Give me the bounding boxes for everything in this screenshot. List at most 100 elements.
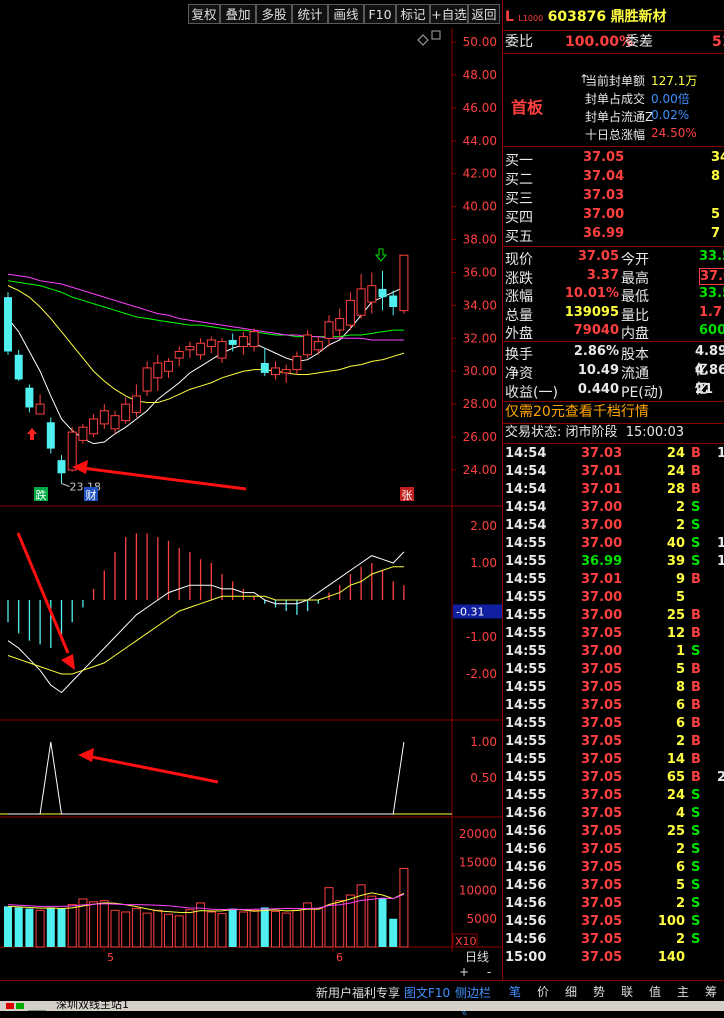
candle-body bbox=[399, 254, 409, 312]
tab-7[interactable]: 筹 bbox=[698, 983, 724, 1001]
volume-bar bbox=[25, 908, 34, 947]
tab-1[interactable]: 价 bbox=[530, 983, 556, 1001]
quote-value: 33.5 bbox=[699, 249, 724, 264]
volume-bar bbox=[335, 900, 345, 948]
stock-name: 鼎胜新材 bbox=[610, 9, 667, 25]
tick-time: 14:56 bbox=[505, 860, 547, 875]
macd-current-value: -0.31 bbox=[456, 605, 484, 618]
tick-price: 37.05 bbox=[581, 950, 623, 965]
candle-body bbox=[292, 355, 302, 371]
tick-row: 14:54 37.01 24 B bbox=[503, 463, 724, 481]
detail-tabs: 笔价细势联值主筹 bbox=[502, 980, 724, 1001]
tick-volume: 39 bbox=[666, 554, 685, 569]
toolbar-button-8[interactable]: 返回 bbox=[468, 4, 500, 24]
link-f10[interactable]: 图文F10 bbox=[404, 984, 450, 1001]
macd-dif-line bbox=[7, 551, 405, 694]
bid-price[interactable]: 37.03 bbox=[583, 188, 624, 203]
tick-row: 14:56 37.05 2 S bbox=[503, 931, 724, 949]
bid-price[interactable]: 36.99 bbox=[583, 226, 624, 241]
tick-price: 37.05 bbox=[581, 824, 623, 839]
link-new-user[interactable]: 新用户福利专享 bbox=[316, 984, 400, 1001]
toolbar-button-4[interactable]: 画线 bbox=[328, 4, 364, 24]
toolbar-button-6[interactable]: 标记 bbox=[396, 4, 430, 24]
tab-3[interactable]: 势 bbox=[586, 983, 612, 1001]
volume-bar bbox=[292, 909, 302, 948]
tick-time: 14:54 bbox=[505, 464, 547, 479]
candle-body bbox=[99, 410, 109, 425]
diamond-icon bbox=[417, 34, 429, 46]
seal-value: 127.1万 bbox=[651, 74, 698, 88]
tab-0[interactable]: 笔 bbox=[502, 983, 528, 1001]
tick-price: 37.05 bbox=[581, 842, 623, 857]
volume-bar bbox=[57, 908, 66, 947]
tick-side: S bbox=[691, 644, 701, 659]
kline-chart[interactable]: 50.00 48.00 46.00 44.00 42.00 40.00 38.00 36.00… bbox=[0, 28, 502, 980]
promo-link[interactable]: 仅需20元查看千档行情 bbox=[505, 403, 724, 421]
tick-row: 14:56 37.05 2 S bbox=[503, 895, 724, 913]
tick-price: 37.05 bbox=[581, 734, 623, 749]
volume-ma-line bbox=[7, 892, 405, 914]
weibi-value: 100.00% bbox=[565, 34, 634, 50]
seal-label: 封单占成交 bbox=[585, 92, 646, 106]
vol-tick-label: 5000 bbox=[466, 912, 497, 926]
tab-2[interactable]: 细 bbox=[558, 983, 584, 1001]
tick-row: 14:56 37.05 6 S bbox=[503, 859, 724, 877]
status-led-icon bbox=[6, 1003, 14, 1009]
tab-6[interactable]: 主 bbox=[670, 983, 696, 1001]
tick-volume: 2 bbox=[675, 896, 685, 911]
tick-row: 14:55 37.05 24 S bbox=[503, 787, 724, 805]
tick-volume: 5 bbox=[675, 590, 685, 605]
tick-volume: 2 bbox=[675, 500, 685, 515]
toolbar-button-7[interactable]: +自选 bbox=[430, 4, 468, 24]
toolbar-button-0[interactable]: 复权 bbox=[188, 4, 220, 24]
bid-volume: 7 bbox=[711, 226, 721, 241]
tick-time: 14:55 bbox=[505, 536, 547, 551]
tick-row: 14:56 37.05 2 S bbox=[503, 841, 724, 859]
tick-price: 37.00 bbox=[581, 500, 623, 515]
zoom-out-icon: - bbox=[487, 965, 491, 979]
quote-value: 33.5 bbox=[699, 286, 724, 301]
tick-row: 14:56 37.05 5 S bbox=[503, 877, 724, 895]
volume-bar bbox=[121, 911, 131, 948]
tick-volume: 4 bbox=[675, 806, 685, 821]
price-tick-label: 26.00 bbox=[463, 430, 497, 444]
seal-value: 0.00倍 bbox=[651, 92, 690, 106]
tab-4[interactable]: 联 bbox=[614, 983, 640, 1001]
quote-label: 总量 bbox=[505, 307, 533, 324]
tick-time: 14:54 bbox=[505, 500, 547, 515]
tick-volume: 25 bbox=[666, 824, 685, 839]
tick-side: S bbox=[691, 896, 701, 911]
up-arrow-icon bbox=[27, 428, 37, 440]
level-tag: L1000 bbox=[518, 14, 544, 23]
volume-bar bbox=[389, 918, 398, 947]
bid-price[interactable]: 37.00 bbox=[583, 207, 624, 222]
candle-body bbox=[389, 295, 398, 308]
quote-value: 6005 bbox=[699, 323, 724, 338]
price-tick-label: 50.00 bbox=[463, 35, 497, 49]
tick-row: 14:55 37.00 25 B bbox=[503, 607, 724, 625]
volume-bar bbox=[153, 909, 163, 948]
price-tick-label: 42.00 bbox=[463, 167, 497, 181]
tick-volume: 14 bbox=[666, 752, 685, 767]
tick-time: 14:55 bbox=[505, 752, 547, 767]
quote-label: 换手 bbox=[505, 347, 533, 363]
vol-tick-label: 10000 bbox=[459, 884, 497, 898]
bid-price[interactable]: 37.04 bbox=[583, 169, 624, 184]
period-selector[interactable]: 日线 bbox=[465, 950, 489, 964]
volume-bar bbox=[324, 887, 334, 948]
tick-time: 14:55 bbox=[505, 680, 547, 695]
connection-icon bbox=[28, 1002, 46, 1011]
tick-side: S bbox=[691, 878, 701, 893]
toolbar-button-3[interactable]: 统计 bbox=[292, 4, 328, 24]
toolbar-button-2[interactable]: 多股 bbox=[256, 4, 292, 24]
toolbar-button-1[interactable]: 叠加 bbox=[220, 4, 256, 24]
candle-body bbox=[206, 339, 216, 348]
tab-5[interactable]: 值 bbox=[642, 983, 668, 1001]
candle-body bbox=[46, 422, 55, 449]
status-strip: 深圳双线主站1 bbox=[0, 998, 724, 1011]
quote-value: 0.440 bbox=[577, 382, 619, 397]
bid-price[interactable]: 37.05 bbox=[583, 150, 624, 165]
toolbar-button-5[interactable]: F10 bbox=[364, 4, 396, 24]
bid-label: 买四 bbox=[505, 210, 533, 226]
candle-body bbox=[281, 369, 291, 374]
